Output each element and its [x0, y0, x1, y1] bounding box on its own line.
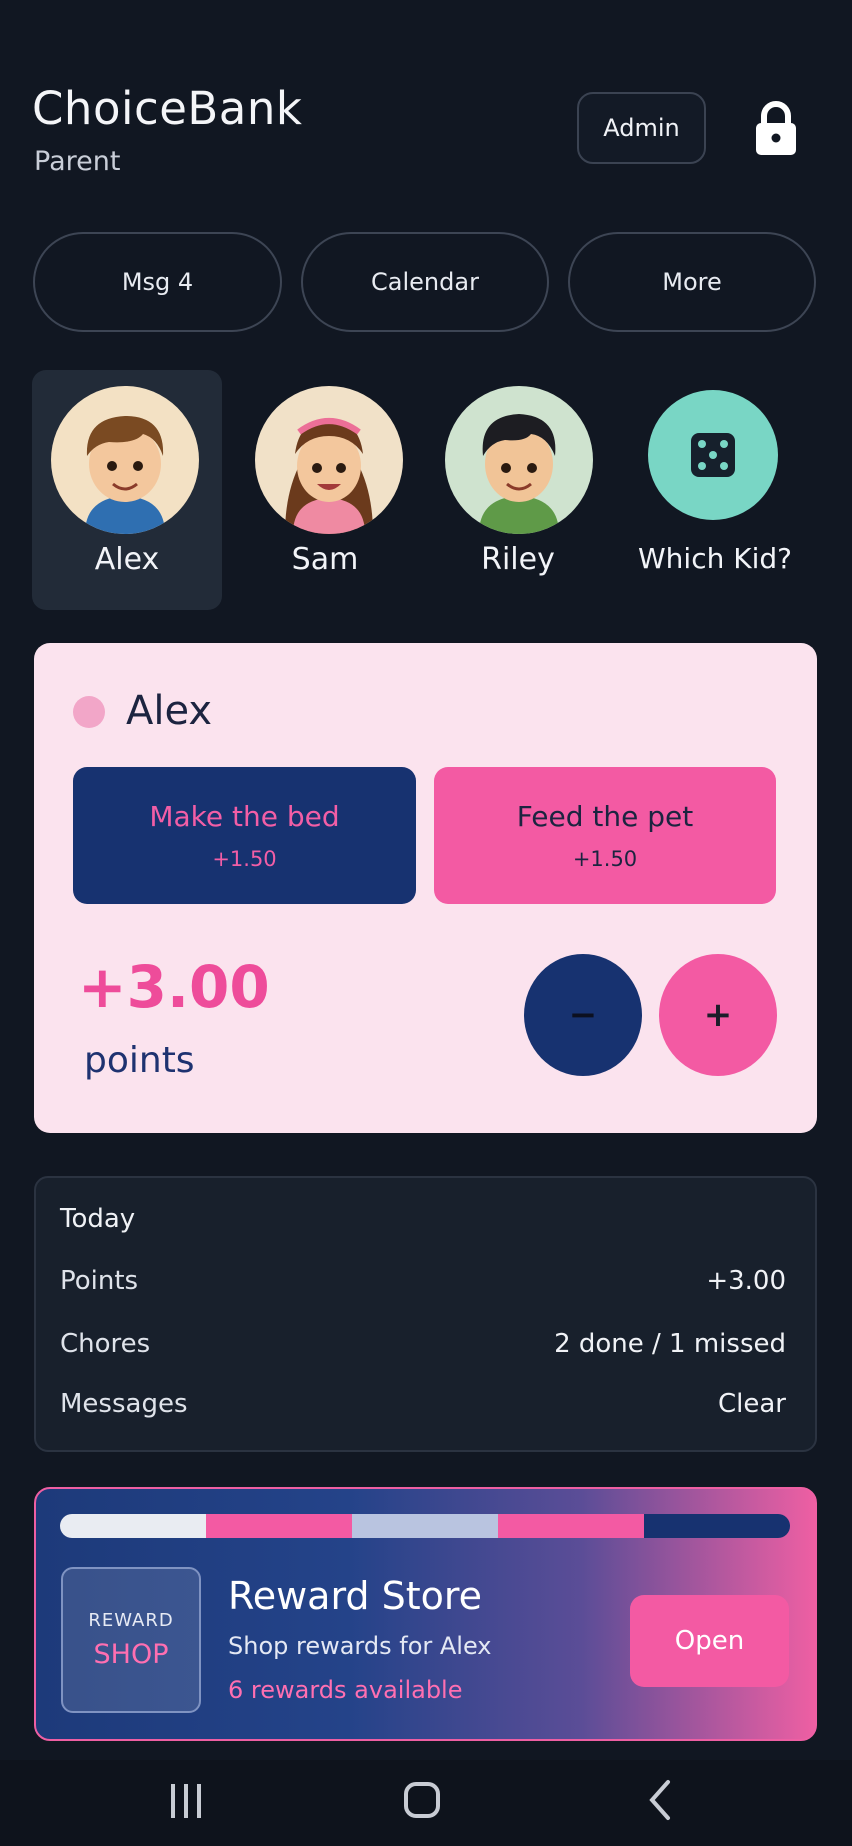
kid-name-sam: Sam [291, 542, 359, 577]
kid-name-which: Which Kid? [637, 542, 793, 575]
kid-name-riley: Riley [481, 542, 555, 577]
chore-points: +1.50 [212, 847, 277, 871]
chore-title: Make the bed [149, 800, 340, 833]
home-icon[interactable] [400, 1778, 444, 1826]
plus-button[interactable]: + [659, 954, 777, 1076]
lock-icon[interactable] [754, 100, 798, 156]
recents-icon[interactable] [168, 1780, 204, 1826]
points-row-value: +3.00 [706, 1266, 786, 1296]
messages-button[interactable]: Msg 4 [33, 232, 282, 332]
chores-row-label: Chores [60, 1329, 151, 1359]
reward-shop-tile: REWARD SHOP [61, 1567, 201, 1713]
back-icon[interactable] [646, 1778, 674, 1826]
app-title: ChoiceBank [32, 82, 303, 135]
kid-color-dot [73, 696, 105, 728]
rewards-count: 6 rewards available [228, 1676, 463, 1704]
messages-row-label: Messages [60, 1389, 188, 1419]
store-title: Reward Store [228, 1574, 483, 1618]
store-description: Shop rewards for Alex [228, 1632, 492, 1660]
points-total: +3.00 [78, 953, 270, 1021]
admin-button[interactable]: Admin [577, 92, 706, 164]
kid-sam[interactable]: Sam [230, 370, 420, 610]
chores-row-value: 2 done / 1 missed [554, 1329, 786, 1359]
riley-avatar [445, 386, 593, 534]
chore-feed-pet-button[interactable]: Feed the pet +1.50 [434, 767, 776, 904]
open-store-button[interactable]: Open [630, 1595, 789, 1687]
kid-alex[interactable]: Alex [32, 370, 222, 610]
calendar-button[interactable]: Calendar [301, 232, 549, 332]
messages-row-value: Clear [718, 1389, 786, 1419]
points-label: points [84, 1040, 195, 1081]
role-subtitle: Parent [34, 146, 121, 177]
shop-tile-bottom: SHOP [93, 1639, 169, 1670]
more-button[interactable]: More [568, 232, 816, 332]
kid-name-alex: Alex [94, 542, 160, 577]
today-heading: Today [60, 1204, 136, 1234]
system-nav-bar [0, 1760, 852, 1846]
points-row-label: Points [60, 1266, 139, 1296]
chore-make-bed-button[interactable]: Make the bed +1.50 [73, 767, 416, 904]
sam-avatar [255, 386, 403, 534]
random-kid-button[interactable]: Which Kid? [620, 370, 810, 610]
alex-avatar [51, 386, 199, 534]
reward-progress-stripe [60, 1514, 790, 1538]
chore-points: +1.50 [572, 847, 638, 871]
card-kid-name: Alex [126, 688, 213, 734]
shop-tile-top: REWARD [88, 1610, 174, 1631]
minus-button[interactable]: − [524, 954, 642, 1076]
dice-icon [648, 390, 778, 520]
kid-riley[interactable]: Riley [423, 370, 613, 610]
chore-title: Feed the pet [516, 800, 694, 833]
